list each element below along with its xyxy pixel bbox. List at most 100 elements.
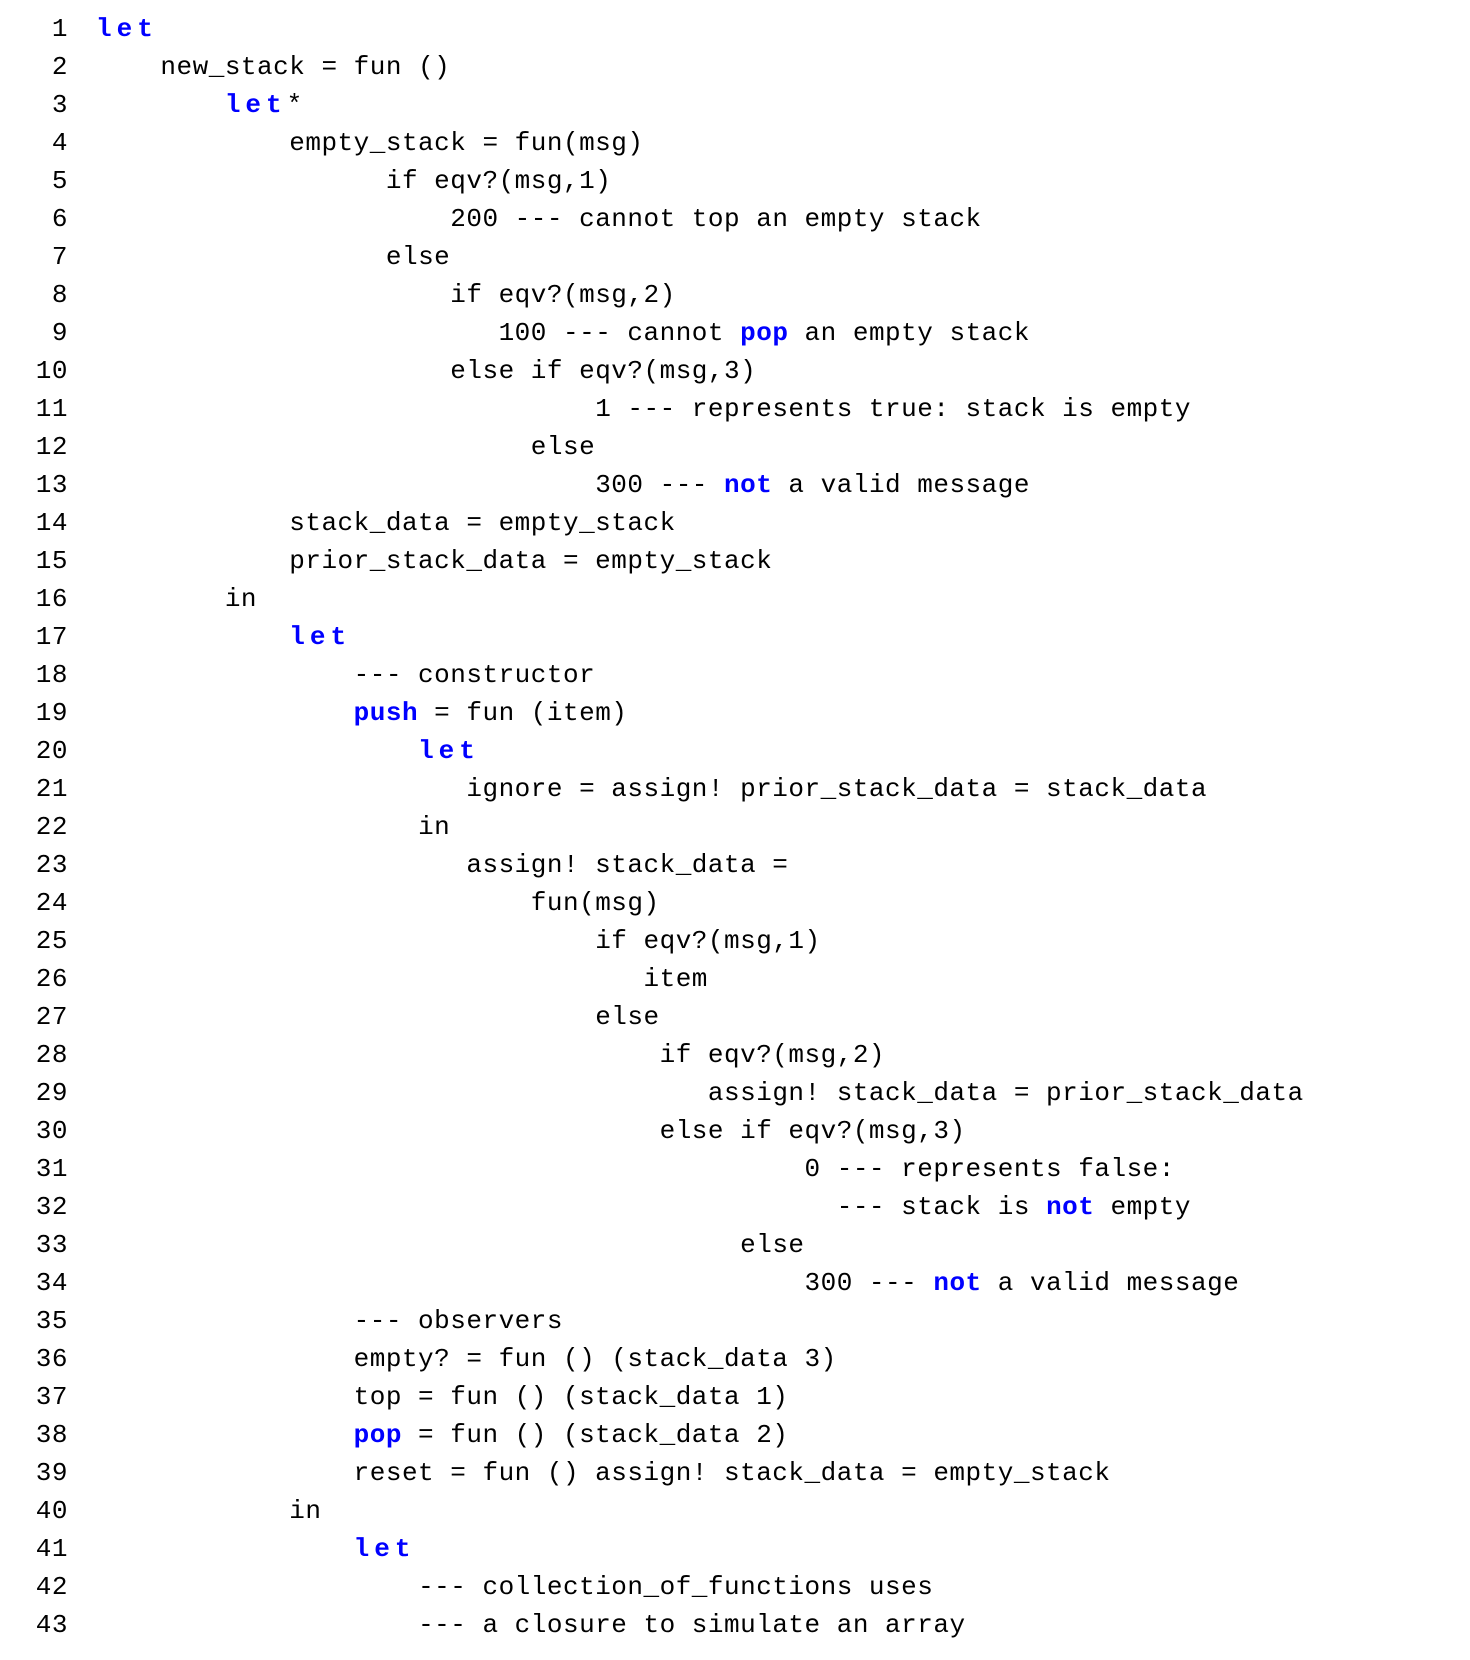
code-line: 28 if eqv?(msg,2) [8,1036,1462,1074]
code-text: --- collection_of_functions uses [418,1572,933,1602]
code-line: 22 in [8,808,1462,846]
code-line: 42 --- collection_of_functions uses [8,1568,1462,1606]
code-text: in [289,1496,321,1526]
code-line: 3 let* [8,86,1462,124]
code-text: stack_data = empty_stack [289,508,675,538]
code-text: assign! stack_data = prior_stack_data [708,1078,1304,1108]
indent [96,1610,418,1640]
code-text: in [418,812,450,842]
code-text: --- a closure to simulate an array [418,1610,966,1640]
code-line: 5 if eqv?(msg,1) [8,162,1462,200]
code-text: prior_stack_data = empty_stack [289,546,772,576]
code-line: 12 else [8,428,1462,466]
line-number: 33 [8,1226,96,1264]
indent [96,660,354,690]
code-text: --- observers [354,1306,563,1336]
line-number: 14 [8,504,96,542]
keyword: let [418,736,480,766]
indent [96,1154,805,1184]
indent [96,1040,660,1070]
code-line: 20 let [8,732,1462,770]
code-line: 7 else [8,238,1462,276]
indent [96,90,225,120]
line-number: 36 [8,1340,96,1378]
code-line: 17 let [8,618,1462,656]
code-text: = fun (item) [418,698,627,728]
keyword: pop [740,318,788,348]
code-line: 15 prior_stack_data = empty_stack [8,542,1462,580]
indent [96,546,289,576]
code-line: 16 in [8,580,1462,618]
indent [96,1534,354,1564]
keyword: push [354,698,418,728]
line-number: 7 [8,238,96,276]
indent [96,128,289,158]
indent [96,1306,354,1336]
indent [96,52,160,82]
code-text: 0 --- represents false: [805,1154,1175,1184]
code-line: 11 1 --- represents true: stack is empty [8,390,1462,428]
code-text: 300 --- [595,470,724,500]
indent [96,318,499,348]
indent [96,926,595,956]
indent [96,394,595,424]
line-number: 4 [8,124,96,162]
keyword: let [225,90,287,120]
code-text: else [531,432,595,462]
indent [96,850,466,880]
code-text: = fun () (stack_data 2) [402,1420,788,1450]
code-line: 4 empty_stack = fun(msg) [8,124,1462,162]
indent [96,1002,595,1032]
indent [96,1420,354,1450]
line-number: 19 [8,694,96,732]
line-number: 12 [8,428,96,466]
code-text: --- stack is [837,1192,1046,1222]
code-text: 100 --- cannot [499,318,741,348]
line-number: 28 [8,1036,96,1074]
line-number: 29 [8,1074,96,1112]
code-text: else [740,1230,804,1260]
code-line: 32 --- stack is not empty [8,1188,1462,1226]
code-line: 10 else if eqv?(msg,3) [8,352,1462,390]
code-text: empty_stack = fun(msg) [289,128,643,158]
code-text: new_stack = fun () [160,52,450,82]
line-number: 1 [8,10,96,48]
code-text: item [644,964,708,994]
code-text: if eqv?(msg,2) [660,1040,885,1070]
code-line: 40 in [8,1492,1462,1530]
line-number: 8 [8,276,96,314]
line-number: 20 [8,732,96,770]
indent [96,1496,289,1526]
line-number: 35 [8,1302,96,1340]
keyword: let [96,14,158,44]
indent [96,888,531,918]
indent [96,1116,660,1146]
line-number: 37 [8,1378,96,1416]
indent [96,584,225,614]
code-line: 35 --- observers [8,1302,1462,1340]
code-line: 18 --- constructor [8,656,1462,694]
code-text: a valid message [982,1268,1240,1298]
line-number: 23 [8,846,96,884]
indent [96,1230,740,1260]
line-number: 22 [8,808,96,846]
code-line: 33 else [8,1226,1462,1264]
line-number: 17 [8,618,96,656]
code-text: else [386,242,450,272]
indent [96,964,644,994]
code-line: 31 0 --- represents false: [8,1150,1462,1188]
code-line: 39 reset = fun () assign! stack_data = e… [8,1454,1462,1492]
code-line: 43 --- a closure to simulate an array [8,1606,1462,1644]
keyword: let [289,622,351,652]
code-line: 36 empty? = fun () (stack_data 3) [8,1340,1462,1378]
code-text: empty? = fun () (stack_data 3) [354,1344,837,1374]
code-text: top = fun () (stack_data 1) [354,1382,789,1412]
code-line: 6 200 --- cannot top an empty stack [8,200,1462,238]
indent [96,204,450,234]
indent [96,1344,354,1374]
line-number: 2 [8,48,96,86]
code-text: * [287,90,303,120]
code-line: 8 if eqv?(msg,2) [8,276,1462,314]
code-line: 25 if eqv?(msg,1) [8,922,1462,960]
code-listing: 1let2 new_stack = fun ()3 let*4 empty_st… [0,0,1470,1660]
